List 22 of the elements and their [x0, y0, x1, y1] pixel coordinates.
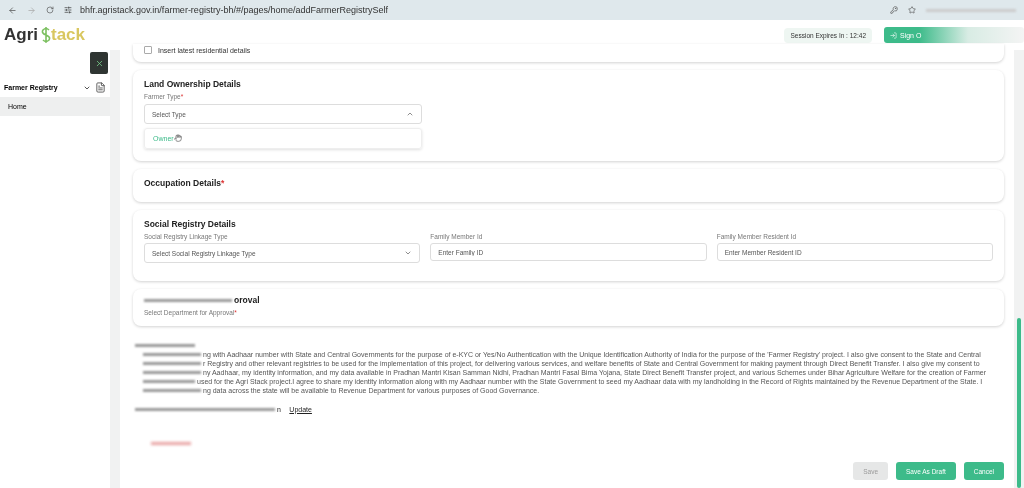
required-mark: * — [221, 178, 225, 188]
document-icon[interactable] — [95, 82, 106, 93]
pointer-cursor-icon — [173, 134, 182, 142]
address-url[interactable]: bhfr.agristack.gov.in/farmer-registry-bh/#/pages/home/addFarmerRegistrySelf — [80, 5, 388, 15]
reload-icon[interactable] — [46, 6, 54, 14]
section-title: oroval — [234, 295, 260, 305]
forward-icon[interactable] — [27, 5, 36, 15]
section-title: Occupation Details* — [144, 178, 226, 188]
sign-in-icon — [890, 31, 897, 39]
chevron-icon — [404, 249, 413, 257]
scrollbar[interactable] — [1014, 50, 1024, 488]
close-button[interactable] — [90, 52, 108, 74]
section-title: Land Ownership Details — [144, 79, 242, 89]
logo: Agri tack — [4, 25, 86, 45]
checkbox[interactable] — [144, 46, 152, 54]
site-settings-icon[interactable] — [64, 6, 72, 14]
star-icon[interactable] — [908, 6, 916, 14]
close-icon — [94, 58, 104, 68]
key-icon[interactable] — [890, 6, 898, 14]
section-title: Social Registry Details — [144, 219, 237, 229]
chevron-icon — [406, 110, 414, 118]
back-icon[interactable] — [8, 5, 17, 15]
